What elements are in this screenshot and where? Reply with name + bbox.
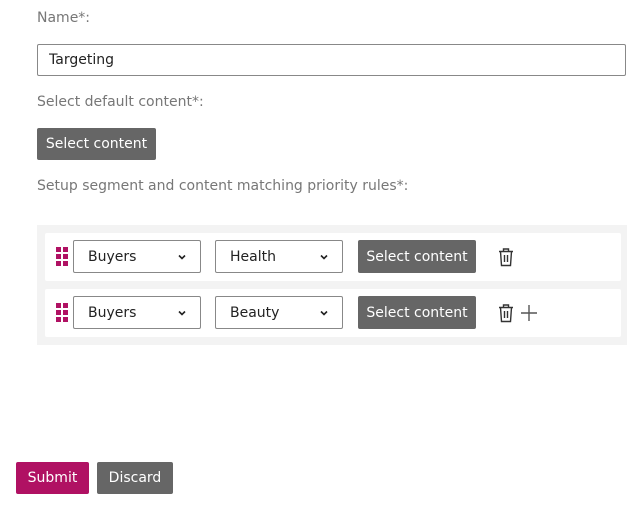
content-category-select-value: Health	[230, 248, 276, 265]
plus-icon[interactable]	[519, 303, 539, 323]
content-category-select[interactable]: Beauty	[215, 296, 343, 329]
trash-icon[interactable]	[497, 247, 515, 267]
name-label: Name*:	[37, 10, 91, 26]
default-content-label: Select default content*:	[37, 94, 204, 110]
drag-handle-icon[interactable]	[56, 303, 70, 323]
select-default-content-button[interactable]: Select content	[37, 128, 156, 160]
chevron-down-icon	[178, 254, 186, 260]
content-category-select-value: Beauty	[230, 304, 280, 321]
rules-label: Setup segment and content matching prior…	[37, 178, 409, 194]
content-category-select[interactable]: Health	[215, 240, 343, 273]
discard-button[interactable]: Discard	[97, 462, 173, 494]
drag-handle-icon[interactable]	[56, 247, 70, 267]
rules-list: Buyers Health Select content Buyers Beau…	[37, 225, 627, 345]
segment-select-value: Buyers	[88, 304, 137, 321]
rule-select-content-button[interactable]: Select content	[358, 296, 476, 329]
rule-row: Buyers Health Select content	[45, 233, 621, 281]
segment-select[interactable]: Buyers	[73, 296, 201, 329]
submit-button[interactable]: Submit	[16, 462, 89, 494]
rule-row: Buyers Beauty Select content	[45, 289, 621, 337]
rule-select-content-button[interactable]: Select content	[358, 240, 476, 273]
segment-select-value: Buyers	[88, 248, 137, 265]
trash-icon[interactable]	[497, 303, 515, 323]
segment-select[interactable]: Buyers	[73, 240, 201, 273]
chevron-down-icon	[320, 310, 328, 316]
name-input[interactable]	[37, 44, 626, 76]
chevron-down-icon	[178, 310, 186, 316]
chevron-down-icon	[320, 254, 328, 260]
